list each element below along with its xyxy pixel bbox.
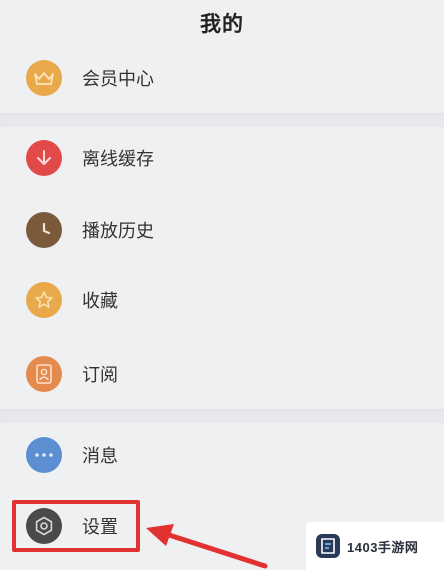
menu-item-label: 会员中心 [82, 69, 154, 89]
download-icon [26, 140, 62, 176]
watermark: 1403手游网 [306, 522, 444, 570]
person-icon [26, 356, 62, 392]
section-divider [0, 409, 444, 423]
clock-icon [26, 212, 62, 248]
watermark-text: 1403手游网 [347, 539, 419, 555]
menu-item-label: 订阅 [82, 365, 118, 385]
dots-icon [26, 437, 62, 473]
menu-item-label: 收藏 [82, 291, 118, 311]
menu-item-play-history[interactable]: 播放历史 [0, 198, 444, 262]
section-divider [0, 113, 444, 127]
page-title: 我的 [200, 13, 244, 36]
star-icon [26, 282, 62, 318]
crown-icon [26, 60, 62, 96]
menu-item-subscribe[interactable]: 订阅 [0, 342, 444, 406]
watermark-logo [316, 534, 340, 558]
menu-item-offline-cache[interactable]: 离线缓存 [0, 126, 444, 190]
menu-item-label: 离线缓存 [82, 149, 154, 169]
menu-item-label: 消息 [82, 446, 118, 466]
annotation-highlight-box [12, 500, 140, 552]
annotation-arrow-icon [146, 524, 268, 569]
menu-item-messages[interactable]: 消息 [0, 423, 444, 487]
page-header: 我的 [0, 0, 444, 46]
menu-item-label: 播放历史 [82, 221, 154, 241]
menu-item-vip-center[interactable]: 会员中心 [0, 46, 444, 110]
menu-item-favorites[interactable]: 收藏 [0, 268, 444, 332]
